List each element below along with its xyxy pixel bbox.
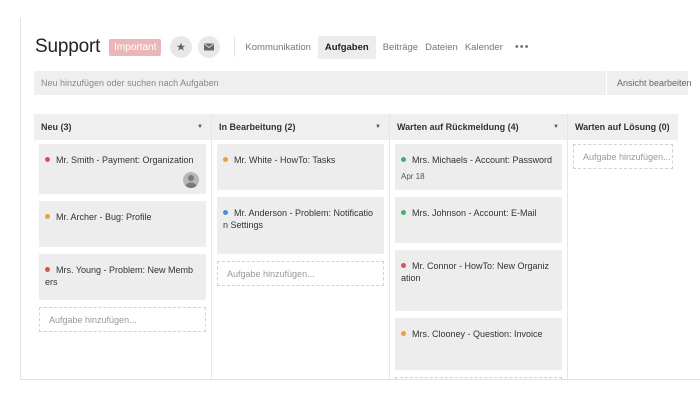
task-title-text: Mr. Archer - Bug: Profile (56, 212, 152, 222)
add-task-button[interactable]: Aufgabe hinzufügen... (217, 261, 384, 286)
add-task-button[interactable]: Aufgabe hinzufügen... (39, 307, 206, 332)
task-title-text: Mr. Smith - Payment: Organization (56, 155, 194, 165)
column-title: In Bearbeitung (2) (219, 122, 296, 132)
column-header[interactable]: Warten auf Lösung (0) (568, 114, 678, 140)
column-header[interactable]: Neu (3) ▼ (34, 114, 211, 140)
task-toolbar: Ansicht bearbeiten (34, 71, 692, 95)
status-dot-icon (223, 157, 228, 162)
important-badge[interactable]: Important (109, 38, 162, 56)
page-title: Support (35, 36, 101, 57)
task-title: Mr. Archer - Bug: Profile (45, 211, 200, 223)
column-title: Neu (3) (41, 122, 72, 132)
status-dot-icon (401, 263, 406, 268)
add-task-button[interactable]: Aufgabe hinzufügen... (395, 377, 562, 379)
envelope-icon (204, 43, 215, 51)
tab-kalender[interactable]: Kalender (465, 42, 503, 53)
kanban-column: Warten auf Rückmeldung (4) ▼ Mrs. Michaels… (390, 114, 568, 379)
kanban-column: Neu (3) ▼ Mr. Smith - Payment: Organizatio… (34, 114, 212, 379)
status-dot-icon (401, 210, 406, 215)
status-dot-icon (401, 331, 406, 336)
column-title: Warten auf Lösung (0) (575, 122, 670, 132)
add-task-button[interactable]: Aufgabe hinzufügen... (573, 144, 673, 169)
task-title: Mrs. Clooney - Question: Invoice (401, 328, 556, 340)
task-title: Mr. Anderson - Problem: Notificatio n Se… (223, 207, 378, 231)
favorite-button[interactable] (170, 36, 193, 58)
kanban-board: Neu (3) ▼ Mr. Smith - Payment: Organizatio… (34, 114, 678, 379)
column-title: Warten auf Rückmeldung (4) (397, 122, 519, 132)
task-card[interactable]: Mrs. Young - Problem: New Memb ers (39, 254, 206, 300)
header: Support Important Kommunikation Aufgaben… (35, 32, 529, 62)
task-card[interactable]: Mr. Connor - HowTo: New Organiz ation (395, 250, 562, 311)
task-card[interactable]: Mr. Anderson - Problem: Notificatio n Se… (217, 197, 384, 254)
kanban-column: Warten auf Lösung (0) Aufgabe hinzufügen.… (568, 114, 678, 379)
task-search-input[interactable] (34, 71, 606, 95)
column-menu-icon[interactable]: ▼ (553, 124, 559, 130)
task-title: Mrs. Michaels - Account: Password (401, 154, 556, 166)
task-card[interactable]: Mrs. Clooney - Question: Invoice (395, 318, 562, 370)
column-body: Aufgabe hinzufügen... (568, 140, 678, 173)
status-dot-icon (223, 210, 228, 215)
task-title: Mr. Smith - Payment: Organization (45, 154, 200, 166)
task-title: Mrs. Johnson - Account: E-Mail (401, 207, 556, 219)
task-title: Mrs. Young - Problem: New Memb ers (45, 264, 200, 288)
task-title-text: Mrs. Clooney - Question: Invoice (412, 329, 543, 339)
edit-view-button[interactable]: Ansicht bearbeiten (606, 71, 692, 95)
column-menu-icon[interactable]: ▼ (197, 124, 203, 130)
task-title: Mr. White - HowTo: Tasks (223, 154, 378, 166)
task-title-text: Mrs. Young - Problem: New Memb ers (45, 265, 194, 287)
task-title-text: Mr. White - HowTo: Tasks (234, 155, 336, 165)
status-dot-icon (45, 157, 50, 162)
task-due-date: Apr 18 (401, 172, 425, 181)
column-body: Mr. White - HowTo: Tasks Mr. Anderson - P… (212, 140, 389, 290)
task-title-text: Mr. Connor - HowTo: New Organiz ation (401, 261, 550, 283)
task-card[interactable]: Mrs. Johnson - Account: E-Mail (395, 197, 562, 243)
email-button[interactable] (198, 36, 221, 58)
task-title-text: Mrs. Johnson - Account: E-Mail (412, 208, 537, 218)
more-menu-icon[interactable]: ••• (515, 41, 530, 53)
task-card[interactable]: Mr. Smith - Payment: Organization (39, 144, 206, 194)
task-title-text: Mr. Anderson - Problem: Notificatio n Se… (223, 208, 374, 230)
column-header[interactable]: Warten auf Rückmeldung (4) ▼ (390, 114, 567, 140)
header-divider (234, 37, 236, 57)
column-body: Mrs. Michaels - Account: Password Apr 18 M… (390, 140, 567, 379)
tab-kommunikation[interactable]: Kommunikation (245, 42, 310, 53)
column-menu-icon[interactable]: ▼ (375, 124, 381, 130)
app-frame: Support Important Kommunikation Aufgaben… (20, 18, 700, 380)
tab-dateien[interactable]: Dateien (425, 42, 458, 53)
status-dot-icon (45, 267, 50, 272)
task-card[interactable]: Mr. Archer - Bug: Profile (39, 201, 206, 247)
star-icon (177, 42, 186, 51)
column-header[interactable]: In Bearbeitung (2) ▼ (212, 114, 389, 140)
task-title: Mr. Connor - HowTo: New Organiz ation (401, 260, 556, 284)
avatar[interactable] (183, 172, 199, 188)
status-dot-icon (45, 214, 50, 219)
task-card[interactable]: Mr. White - HowTo: Tasks (217, 144, 384, 190)
status-dot-icon (401, 157, 406, 162)
tab-beitraege[interactable]: Beiträge (383, 42, 418, 53)
kanban-column: In Bearbeitung (2) ▼ Mr. White - HowTo: Ta… (212, 114, 390, 379)
column-body: Mr. Smith - Payment: Organization Mr. Arc… (34, 140, 211, 336)
tab-aufgaben[interactable]: Aufgaben (317, 35, 376, 59)
task-card[interactable]: Mrs. Michaels - Account: Password Apr 18 (395, 144, 562, 190)
task-title-text: Mrs. Michaels - Account: Password (412, 155, 553, 165)
